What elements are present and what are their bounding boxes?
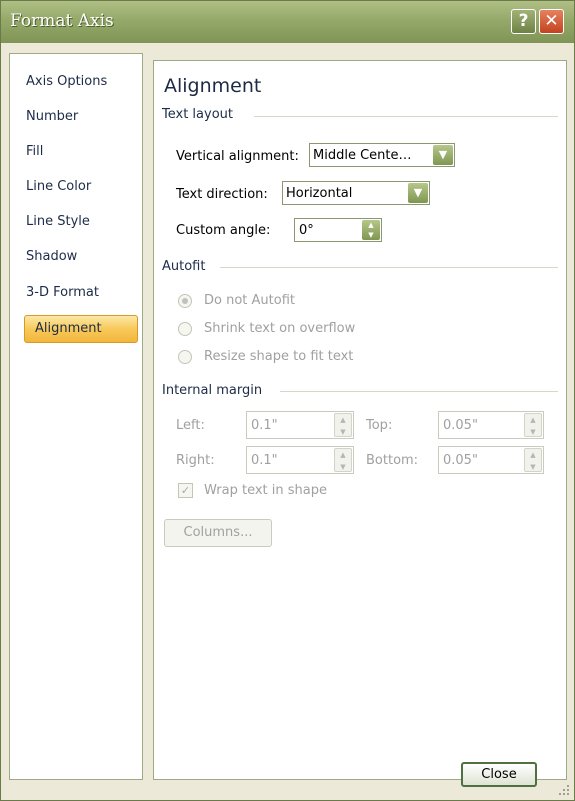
sidebar-item-axis-options[interactable]: Axis Options [26, 68, 136, 96]
autofit-group-label: Autofit [162, 259, 206, 274]
divider [220, 267, 558, 268]
sidebar-item-number[interactable]: Number [26, 103, 136, 131]
divider [254, 116, 558, 117]
help-icon[interactable]: ? [511, 9, 536, 34]
wrap-text-label: Wrap text in shape [204, 483, 327, 498]
right-margin-spinner[interactable]: 0.1" ▲ ▼ [246, 446, 354, 474]
chevron-down-icon[interactable]: ▼ [433, 145, 453, 165]
right-margin-value: 0.1" [251, 453, 278, 468]
shrink-text-label: Shrink text on overflow [204, 321, 356, 336]
sidebar-item-3d-format[interactable]: 3-D Format [26, 279, 136, 307]
divider [280, 391, 558, 392]
custom-angle-spinner[interactable]: 0° ▲ ▼ [294, 218, 382, 242]
sidebar-item-shadow[interactable]: Shadow [26, 243, 136, 271]
resize-grip-icon[interactable] [558, 784, 570, 796]
do-not-autofit-label: Do not Autofit [204, 293, 295, 308]
top-margin-spinner[interactable]: 0.05" ▲ ▼ [438, 411, 544, 439]
top-margin-value: 0.05" [443, 418, 478, 433]
spinner-arrows-icon[interactable]: ▲ ▼ [524, 448, 542, 472]
page-title: Alignment [164, 75, 262, 97]
dialog-title: Format Axis [10, 11, 114, 31]
resize-shape-label: Resize shape to fit text [204, 349, 354, 364]
right-margin-label: Right: [176, 453, 215, 468]
text-direction-value: Horizontal [286, 186, 353, 201]
internal-margin-group-label: Internal margin [162, 383, 263, 398]
left-margin-label: Left: [176, 418, 205, 433]
left-margin-value: 0.1" [251, 418, 278, 433]
custom-angle-value: 0° [299, 223, 314, 238]
text-direction-select[interactable]: Horizontal ▼ [282, 181, 430, 205]
sidebar-item-line-style[interactable]: Line Style [26, 208, 136, 236]
sidebar-item-fill[interactable]: Fill [26, 138, 136, 166]
chevron-down-icon[interactable]: ▼ [408, 183, 428, 203]
wrap-text-checkbox[interactable]: ✓ [178, 483, 193, 498]
bottom-margin-value: 0.05" [443, 453, 478, 468]
format-axis-dialog: Format Axis ? ✕ Axis Options Number Fill… [0, 0, 575, 801]
bottom-margin-spinner[interactable]: 0.05" ▲ ▼ [438, 446, 544, 474]
vertical-alignment-label: Vertical alignment: [176, 149, 299, 164]
spinner-arrows-icon[interactable]: ▲ ▼ [334, 413, 352, 437]
do-not-autofit-radio[interactable] [178, 294, 192, 308]
sidebar-item-alignment[interactable]: Alignment [24, 315, 138, 343]
sidebar-item-line-color[interactable]: Line Color [26, 173, 136, 201]
title-bar[interactable]: Format Axis ? ✕ [1, 1, 574, 43]
columns-button[interactable]: Columns... [164, 519, 272, 547]
bottom-margin-label: Bottom: [366, 453, 419, 468]
vertical-alignment-select[interactable]: Middle Cente… ▼ [309, 143, 455, 167]
close-icon[interactable]: ✕ [539, 9, 564, 34]
sidebar-nav: Axis Options Number Fill Line Color Line… [9, 53, 143, 780]
resize-shape-radio[interactable] [178, 350, 192, 364]
spinner-arrows-icon[interactable]: ▲ ▼ [362, 220, 380, 240]
top-margin-label: Top: [366, 418, 393, 433]
text-layout-group-label: Text layout [162, 107, 233, 122]
text-direction-label: Text direction: [176, 187, 268, 202]
spinner-arrows-icon[interactable]: ▲ ▼ [524, 413, 542, 437]
radio-dot [182, 298, 188, 304]
custom-angle-label: Custom angle: [176, 223, 271, 238]
close-button[interactable]: Close [461, 762, 537, 787]
shrink-text-radio[interactable] [178, 322, 192, 336]
vertical-alignment-value: Middle Cente… [313, 148, 412, 163]
alignment-panel: Alignment Text layout Vertical alignment… [153, 60, 567, 780]
spinner-arrows-icon[interactable]: ▲ ▼ [334, 448, 352, 472]
left-margin-spinner[interactable]: 0.1" ▲ ▼ [246, 411, 354, 439]
